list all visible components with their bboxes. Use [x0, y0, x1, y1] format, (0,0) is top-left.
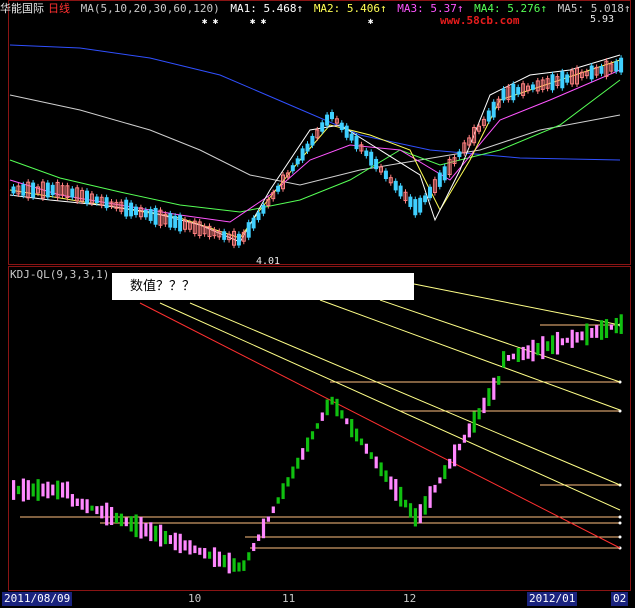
- high-price-label: 5.93: [590, 14, 615, 25]
- date-label-11: 11: [282, 592, 296, 605]
- ma1-value: MA1: 5.468↑: [230, 2, 304, 15]
- date-label-02: 02: [611, 592, 629, 606]
- date-label-2011-08: 2011/08/09: [2, 592, 73, 606]
- period-label: 日线: [48, 2, 70, 15]
- stock-name: 华能国际: [0, 2, 44, 15]
- price-panel[interactable]: [8, 0, 631, 265]
- price-panel-header: 华能国际 日线 MA(5,10,20,30,60,120) MA1: 5.468↑…: [0, 2, 635, 16]
- stock-chart-window: 华能国际 日线 MA(5,10,20,30,60,120) MA1: 5.468↑…: [0, 0, 635, 608]
- date-label-10: 10: [188, 592, 202, 605]
- indicator-panel[interactable]: [8, 266, 631, 591]
- date-label-2012-01: 2012/01: [527, 592, 578, 606]
- low-price-label: 4.01: [256, 256, 281, 267]
- marker-stars-left: ✱ ✱: [202, 17, 219, 27]
- marker-stars-right: ✱: [368, 17, 374, 27]
- marker-stars-mid: ✱ ✱: [250, 17, 267, 27]
- annotation-callout: 数值？？？: [112, 273, 414, 300]
- watermark: www.58cb.com: [440, 14, 520, 27]
- date-axis: 2011/08/09 10 11 12 2012/01 02: [0, 591, 635, 608]
- indicator-label: KDJ-QL(9,3,3,1): [10, 268, 110, 281]
- ma2-value: MA2: 5.406↑: [313, 2, 387, 15]
- ma-definition: MA(5,10,20,30,60,120): [80, 2, 220, 15]
- date-label-12: 12: [403, 592, 417, 605]
